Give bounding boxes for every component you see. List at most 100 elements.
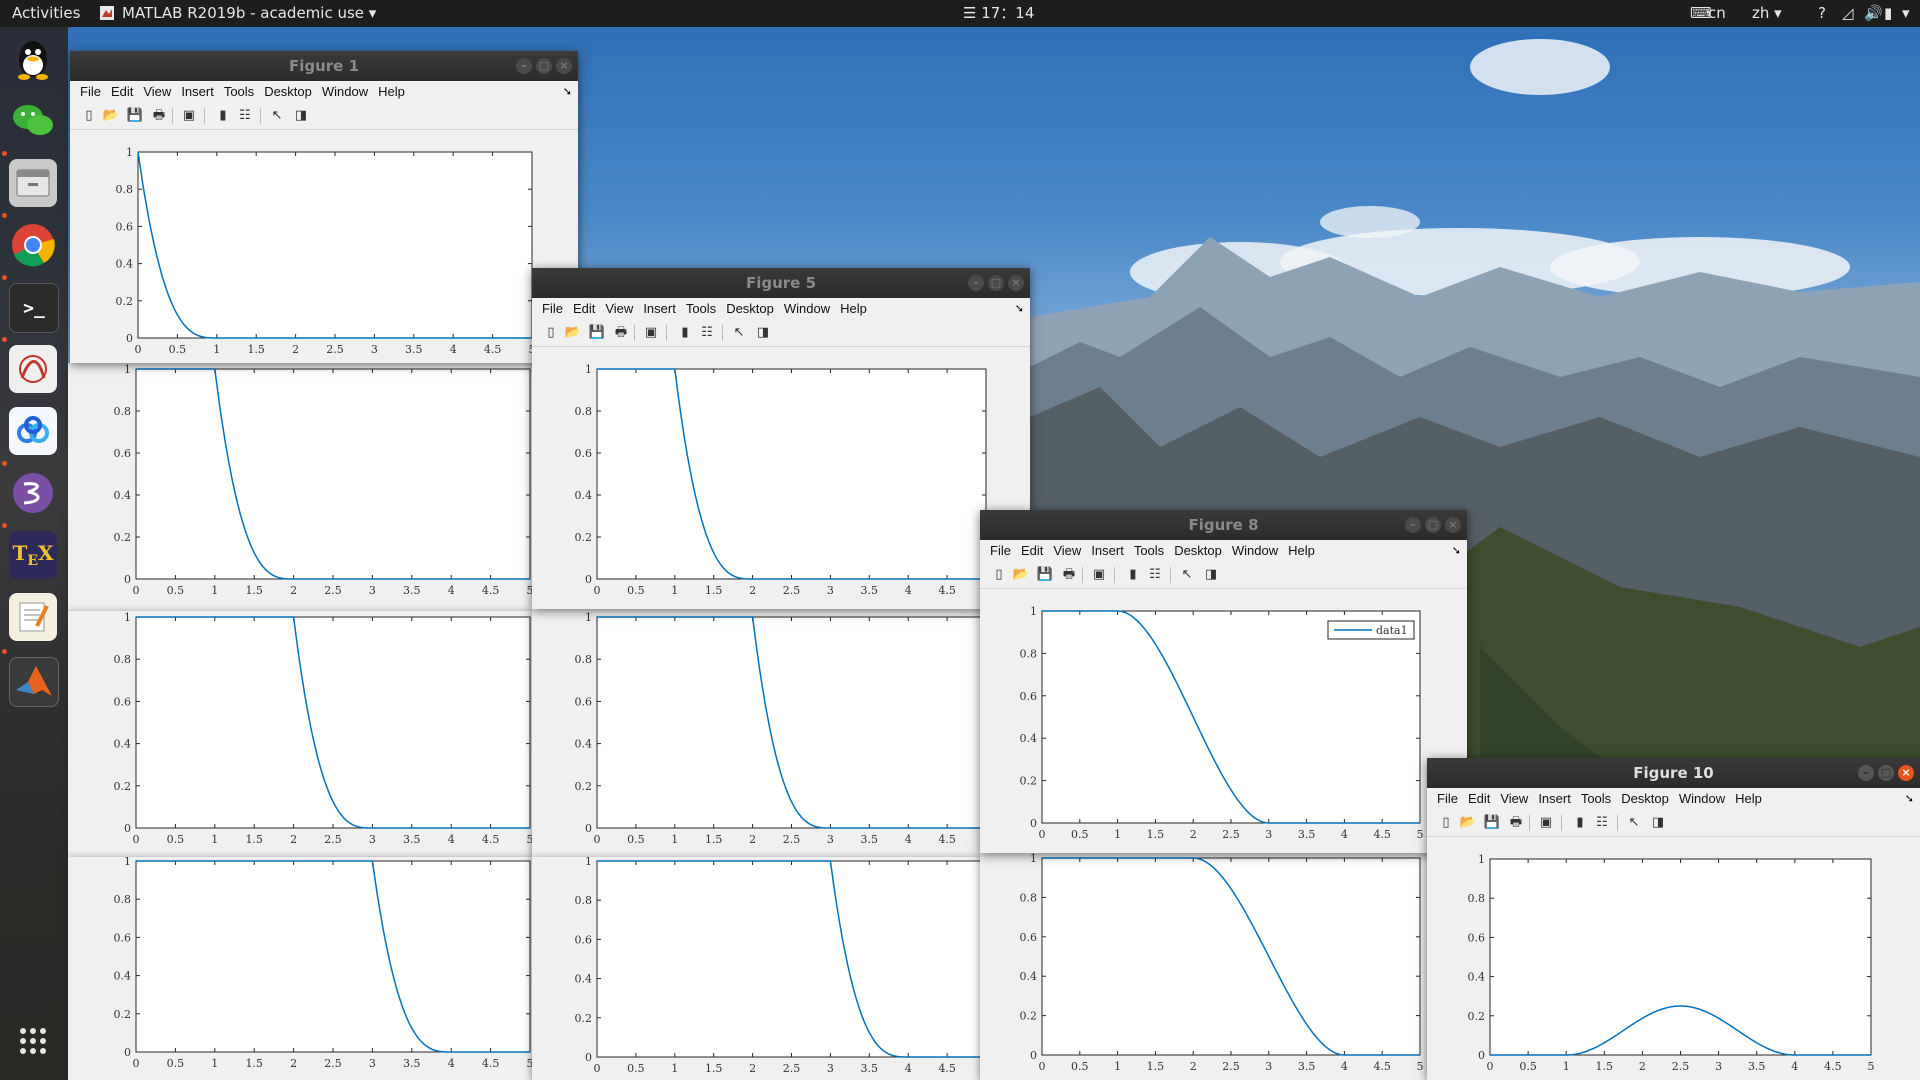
- pointer-icon[interactable]: ↖: [1178, 566, 1196, 584]
- figure-1-window[interactable]: Figure 1 – □ × File Edit View Insert Tools Desk…: [70, 51, 578, 363]
- clock[interactable]: ☰ 17：14: [963, 0, 1034, 27]
- menu-edit[interactable]: Edit: [111, 81, 133, 103]
- colorbar-icon[interactable]: ▮: [1124, 566, 1142, 584]
- menu-desktop[interactable]: Desktop: [264, 81, 312, 103]
- window-titlebar[interactable]: Figure 10 – □ ×: [1427, 758, 1920, 788]
- close-icon[interactable]: ×: [1898, 765, 1914, 781]
- menu-view[interactable]: View: [605, 298, 633, 320]
- menu-help[interactable]: Help: [1288, 540, 1315, 562]
- menu-edit[interactable]: Edit: [1468, 788, 1490, 810]
- close-icon[interactable]: ×: [1445, 517, 1461, 533]
- print-preview-icon[interactable]: ▣: [642, 324, 660, 342]
- close-icon[interactable]: ×: [556, 58, 572, 74]
- menu-insert[interactable]: Insert: [181, 81, 214, 103]
- menu-insert[interactable]: Insert: [1091, 540, 1124, 562]
- dock-figure-icon[interactable]: ➘: [1015, 298, 1024, 320]
- window-titlebar[interactable]: Figure 1 – □ ×: [70, 51, 578, 81]
- menu-insert[interactable]: Insert: [1538, 788, 1571, 810]
- minimize-icon[interactable]: –: [1405, 517, 1421, 533]
- pdf-reader-icon[interactable]: [9, 345, 57, 393]
- property-editor-icon[interactable]: ◨: [292, 107, 310, 125]
- save-icon[interactable]: 💾: [1036, 566, 1054, 584]
- print-icon[interactable]: 🖶: [1060, 566, 1078, 584]
- window-titlebar[interactable]: Figure 8 – □ ×: [980, 510, 1467, 540]
- menu-tools[interactable]: Tools: [224, 81, 254, 103]
- pointer-icon[interactable]: ↖: [1625, 814, 1643, 832]
- menu-window[interactable]: Window: [784, 298, 830, 320]
- minimize-icon[interactable]: –: [968, 275, 984, 291]
- menu-view[interactable]: View: [1500, 788, 1528, 810]
- open-file-icon[interactable]: 📂: [1459, 814, 1477, 832]
- volume-icon[interactable]: 🔊: [1864, 0, 1883, 27]
- property-editor-icon[interactable]: ◨: [1649, 814, 1667, 832]
- menu-help[interactable]: Help: [1735, 788, 1762, 810]
- open-file-icon[interactable]: 📂: [1012, 566, 1030, 584]
- print-preview-icon[interactable]: ▣: [180, 107, 198, 125]
- pointer-icon[interactable]: ↖: [268, 107, 286, 125]
- wechat-icon[interactable]: [9, 97, 57, 145]
- qq-icon[interactable]: [9, 35, 57, 83]
- maximize-icon[interactable]: □: [988, 275, 1004, 291]
- minimize-icon[interactable]: –: [1858, 765, 1874, 781]
- keyboard-indicator[interactable]: cn: [1708, 0, 1726, 27]
- window-titlebar[interactable]: Figure 5 – □ ×: [532, 268, 1030, 298]
- print-preview-icon[interactable]: ▣: [1090, 566, 1108, 584]
- battery-icon[interactable]: ▮: [1884, 0, 1892, 27]
- menu-file[interactable]: File: [1437, 788, 1458, 810]
- maximize-icon[interactable]: □: [1878, 765, 1894, 781]
- menu-desktop[interactable]: Desktop: [726, 298, 774, 320]
- menu-view[interactable]: View: [1053, 540, 1081, 562]
- activities-button[interactable]: Activities: [12, 0, 80, 27]
- menu-file[interactable]: File: [542, 298, 563, 320]
- open-file-icon[interactable]: 📂: [102, 107, 120, 125]
- show-applications-icon[interactable]: [9, 1017, 57, 1065]
- app-menu[interactable]: MATLAB R2019b - academic use ▾: [122, 0, 376, 27]
- property-editor-icon[interactable]: ◨: [754, 324, 772, 342]
- colorbar-icon[interactable]: ▮: [676, 324, 694, 342]
- close-icon[interactable]: ×: [1008, 275, 1024, 291]
- input-method[interactable]: zh ▾: [1752, 0, 1782, 27]
- system-menu-chevron-icon[interactable]: ▾: [1902, 0, 1910, 27]
- property-editor-icon[interactable]: ◨: [1202, 566, 1220, 584]
- save-icon[interactable]: 💾: [1483, 814, 1501, 832]
- matlab-icon[interactable]: [9, 657, 59, 707]
- menu-window[interactable]: Window: [1679, 788, 1725, 810]
- legend-icon[interactable]: ☷: [1593, 814, 1611, 832]
- terminal-icon[interactable]: >_: [9, 283, 59, 333]
- menu-tools[interactable]: Tools: [1134, 540, 1164, 562]
- menu-tools[interactable]: Tools: [686, 298, 716, 320]
- figure-8-window[interactable]: Figure 8 – □ × File Edit View Insert Tools Desk…: [980, 510, 1467, 853]
- chrome-icon[interactable]: [9, 221, 57, 269]
- files-icon[interactable]: [9, 159, 57, 207]
- menu-help[interactable]: Help: [378, 81, 405, 103]
- print-icon[interactable]: 🖶: [612, 324, 630, 342]
- menu-view[interactable]: View: [143, 81, 171, 103]
- new-figure-icon[interactable]: ▯: [1437, 814, 1455, 832]
- menu-insert[interactable]: Insert: [643, 298, 676, 320]
- legend-icon[interactable]: ☷: [698, 324, 716, 342]
- text-editor-icon[interactable]: [9, 593, 57, 641]
- help-icon[interactable]: ?: [1818, 0, 1826, 27]
- menu-file[interactable]: File: [990, 540, 1011, 562]
- maximize-icon[interactable]: □: [1425, 517, 1441, 533]
- new-figure-icon[interactable]: ▯: [80, 107, 98, 125]
- new-figure-icon[interactable]: ▯: [542, 324, 560, 342]
- dock-figure-icon[interactable]: ➘: [1452, 540, 1461, 562]
- save-icon[interactable]: 💾: [126, 107, 144, 125]
- menu-edit[interactable]: Edit: [573, 298, 595, 320]
- menu-desktop[interactable]: Desktop: [1174, 540, 1222, 562]
- tex-icon[interactable]: TEX: [9, 531, 57, 579]
- colorbar-icon[interactable]: ▮: [1571, 814, 1589, 832]
- dock-figure-icon[interactable]: ➘: [1905, 788, 1914, 810]
- pointer-icon[interactable]: ↖: [730, 324, 748, 342]
- menu-window[interactable]: Window: [1232, 540, 1278, 562]
- minimize-icon[interactable]: –: [516, 58, 532, 74]
- legend-icon[interactable]: ☷: [1146, 566, 1164, 584]
- menu-edit[interactable]: Edit: [1021, 540, 1043, 562]
- colorbar-icon[interactable]: ▮: [214, 107, 232, 125]
- menu-tools[interactable]: Tools: [1581, 788, 1611, 810]
- print-icon[interactable]: 🖶: [150, 107, 168, 125]
- baidu-netdisk-icon[interactable]: [9, 407, 57, 455]
- figure-10-window[interactable]: Figure 10 – □ × File Edit View Insert Tools Des…: [1427, 758, 1920, 1080]
- menu-help[interactable]: Help: [840, 298, 867, 320]
